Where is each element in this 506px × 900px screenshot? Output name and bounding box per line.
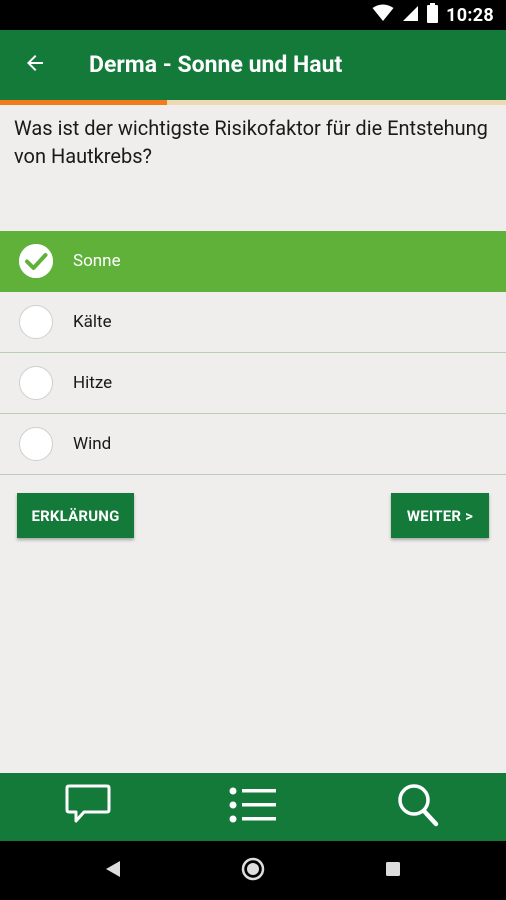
back-triangle-icon bbox=[105, 860, 121, 882]
answer-option[interactable]: Wind bbox=[0, 414, 506, 475]
home-circle-icon bbox=[241, 857, 265, 885]
system-recents-button[interactable] bbox=[363, 841, 423, 900]
chat-icon bbox=[64, 783, 112, 831]
list-icon bbox=[228, 785, 278, 829]
page-title: Derma - Sonne und Haut bbox=[89, 51, 343, 78]
wifi-icon bbox=[372, 4, 394, 26]
status-time: 10:28 bbox=[446, 4, 494, 26]
radio-button[interactable] bbox=[19, 427, 53, 461]
back-button[interactable] bbox=[16, 46, 54, 84]
nav-list-button[interactable] bbox=[213, 773, 293, 841]
nav-search-button[interactable] bbox=[378, 773, 458, 841]
explanation-button[interactable]: ERKLÄRUNG bbox=[17, 493, 134, 538]
answer-option[interactable]: Hitze bbox=[0, 353, 506, 414]
answer-label: Wind bbox=[73, 434, 112, 454]
quiz-progress-fill bbox=[0, 100, 167, 105]
answer-label: Kälte bbox=[73, 312, 112, 332]
signal-icon bbox=[402, 5, 419, 26]
system-navigation-bar bbox=[0, 841, 506, 900]
status-icons: 10:28 bbox=[372, 3, 494, 27]
radio-button[interactable] bbox=[19, 305, 53, 339]
system-back-button[interactable] bbox=[83, 841, 143, 900]
answer-option[interactable]: Sonne bbox=[0, 231, 506, 292]
quiz-progress-bar bbox=[0, 100, 506, 105]
nav-chat-button[interactable] bbox=[48, 773, 128, 841]
question-text: Was ist der wichtigste Risikofaktor für … bbox=[14, 116, 488, 168]
bottom-navigation bbox=[0, 773, 506, 841]
answer-list: Sonne Kälte Hitze Wind bbox=[0, 231, 506, 475]
app-bar: Derma - Sonne und Haut bbox=[0, 30, 506, 100]
check-circle-icon[interactable] bbox=[19, 244, 53, 278]
radio-button[interactable] bbox=[19, 366, 53, 400]
system-home-button[interactable] bbox=[223, 841, 283, 900]
answer-label: Sonne bbox=[73, 251, 121, 271]
battery-icon bbox=[427, 3, 439, 27]
status-bar: 10:28 bbox=[0, 0, 506, 30]
arrow-left-icon bbox=[23, 51, 47, 79]
next-button[interactable]: WEITER > bbox=[391, 493, 489, 538]
search-icon bbox=[396, 782, 440, 832]
answer-label: Hitze bbox=[73, 373, 113, 393]
recents-square-icon bbox=[385, 861, 401, 881]
answer-option[interactable]: Kälte bbox=[0, 292, 506, 353]
